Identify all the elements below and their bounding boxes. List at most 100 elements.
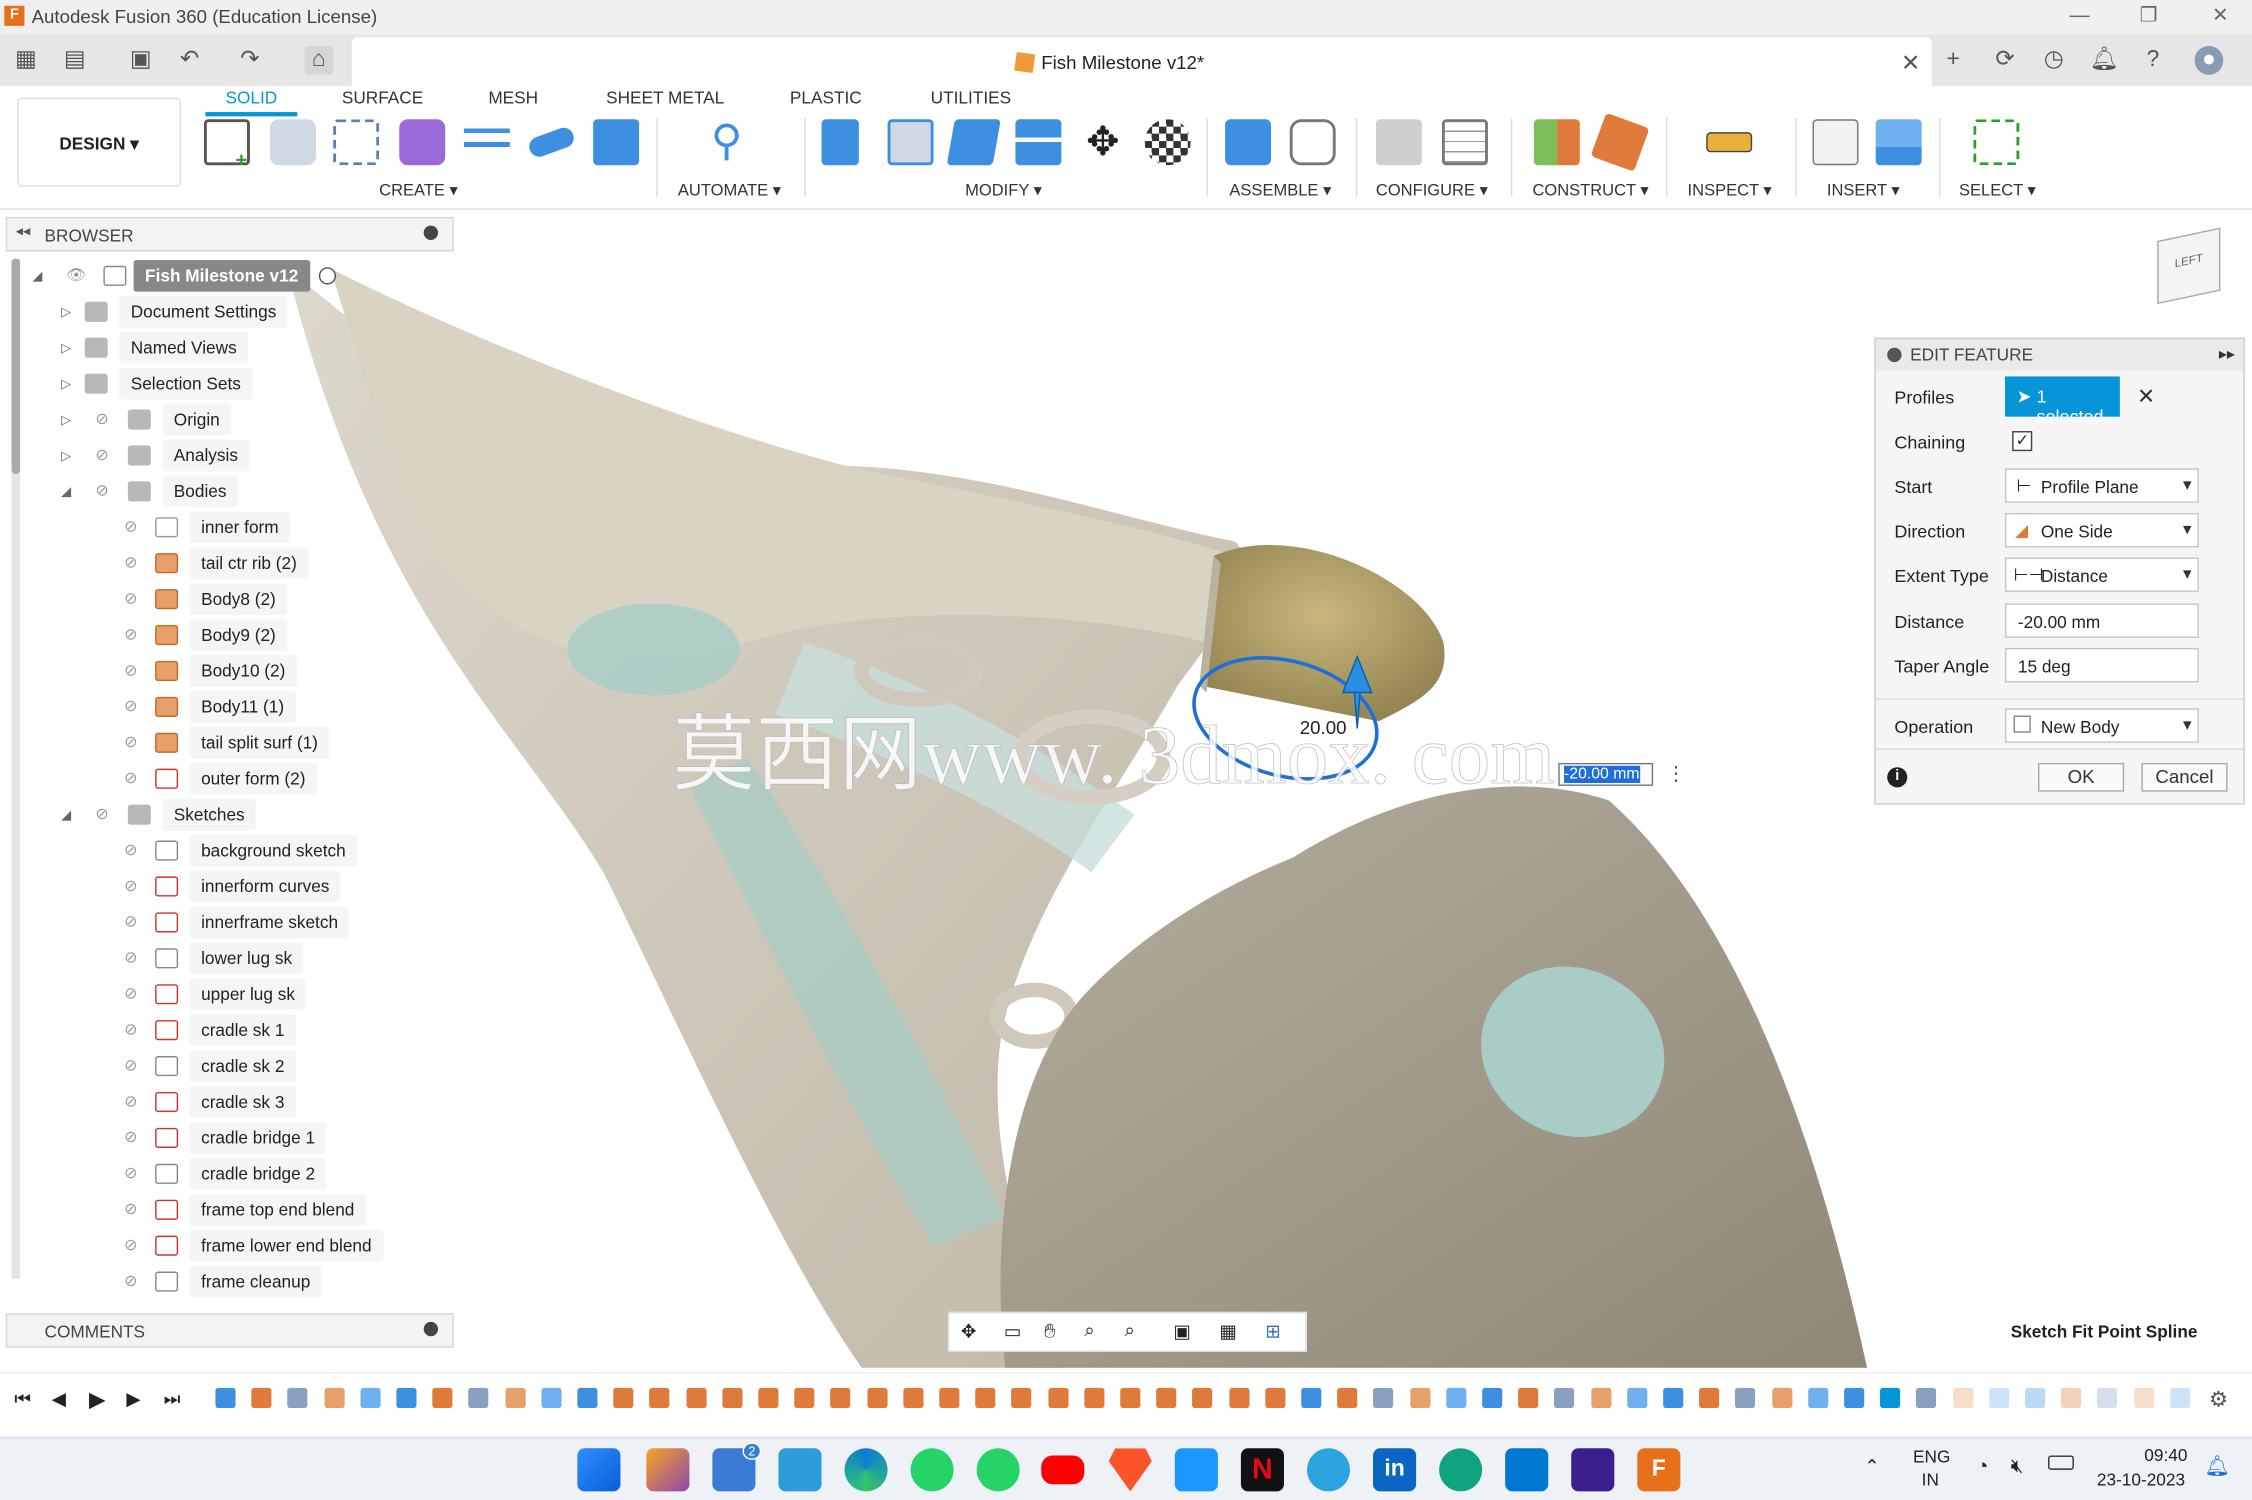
- timeline-feature-icon[interactable]: [1156, 1387, 1177, 1409]
- netflix-icon[interactable]: N: [1240, 1448, 1284, 1492]
- cancel-button[interactable]: Cancel: [2141, 762, 2228, 792]
- speaker-muted-icon[interactable]: 🔇︎: [2011, 1454, 2024, 1478]
- tree-item-2-expander-icon[interactable]: ▷: [57, 375, 74, 392]
- minimize-button[interactable]: —: [2065, 3, 2094, 32]
- tree-item-5-expander-icon[interactable]: ◢: [57, 483, 74, 500]
- timeline-feature-icon[interactable]: [1409, 1387, 1430, 1409]
- timeline-feature-icon[interactable]: [1120, 1387, 1141, 1409]
- sketch-item-12[interactable]: frame cleanup: [189, 1265, 322, 1298]
- visibility-eye-icon[interactable]: ⊘: [118, 842, 144, 859]
- extent-type-dropdown[interactable]: ⊢⊣ Distance: [2004, 557, 2199, 592]
- tree-root[interactable]: Fish Milestone v12: [133, 260, 310, 292]
- visibility-eye-icon[interactable]: ⊘: [118, 914, 144, 931]
- visibility-eye-icon[interactable]: ⊘: [118, 1165, 144, 1182]
- configure-design-icon[interactable]: [1375, 119, 1422, 166]
- tree-item-1-expander-icon[interactable]: ▷: [57, 339, 74, 356]
- job-status-icon[interactable]: ◷: [2039, 46, 2068, 75]
- fit-icon[interactable]: ⌕: [1125, 1319, 1135, 1342]
- timeline-feature-icon[interactable]: [1663, 1387, 1684, 1409]
- tray-overflow-icon[interactable]: ⌃: [1864, 1455, 1880, 1478]
- visibility-eye-icon[interactable]: ⊘: [89, 447, 115, 464]
- visibility-eye-icon[interactable]: ⊘: [118, 626, 144, 643]
- timeline-feature-icon[interactable]: [287, 1387, 308, 1409]
- timeline-feature-icon[interactable]: [1626, 1387, 1648, 1409]
- root-expander-icon[interactable]: ◢: [29, 267, 46, 284]
- sketch-item-2[interactable]: innerframe sketch: [189, 906, 350, 939]
- clock-time[interactable]: 09:40: [2144, 1445, 2187, 1465]
- ok-button[interactable]: OK: [2037, 762, 2125, 792]
- vscode-icon[interactable]: [1505, 1448, 1549, 1492]
- timeline-feature-icon[interactable]: [1373, 1387, 1394, 1409]
- distance-dimension-input[interactable]: -20.00 mm: [1558, 762, 1654, 786]
- visibility-eye-icon[interactable]: ⊘: [118, 1057, 144, 1074]
- chaining-checkbox[interactable]: ✓: [2012, 431, 2033, 452]
- whatsapp-icon[interactable]: [910, 1448, 954, 1492]
- edge-icon[interactable]: [844, 1448, 888, 1492]
- fusion360-taskbar-icon[interactable]: F: [1637, 1448, 1681, 1492]
- battery-icon[interactable]: [2048, 1455, 2074, 1470]
- step-back-icon[interactable]: ◀: [52, 1388, 66, 1411]
- restore-button[interactable]: ❐: [2134, 3, 2163, 32]
- select-menu[interactable]: SELECT ▾: [1959, 180, 2036, 199]
- task-view-icon[interactable]: 2: [712, 1442, 762, 1492]
- desktop-icon[interactable]: [778, 1448, 822, 1492]
- timeline-feature-icon[interactable]: [324, 1387, 345, 1409]
- language-code[interactable]: ENG: [1913, 1447, 1950, 1467]
- sketch-item-4[interactable]: upper lug sk: [189, 978, 307, 1011]
- timeline-feature-icon[interactable]: [2133, 1387, 2154, 1409]
- whatsapp-business-icon[interactable]: [976, 1448, 1020, 1492]
- combine-icon[interactable]: [1015, 119, 1062, 166]
- tree-item-1[interactable]: Named Views: [119, 331, 249, 364]
- viewports-icon[interactable]: ⊞: [1265, 1320, 1281, 1343]
- timeline-feature-icon[interactable]: [722, 1387, 743, 1409]
- activate-radio-icon[interactable]: [318, 267, 337, 285]
- plane-at-angle-icon[interactable]: [1590, 112, 1650, 172]
- body-item-0[interactable]: inner form: [189, 511, 291, 544]
- tab-surface[interactable]: SURFACE: [342, 88, 423, 108]
- user-avatar[interactable]: ●: [2194, 45, 2224, 75]
- timeline-feature-icon[interactable]: [1952, 1387, 1973, 1409]
- shell-icon[interactable]: [946, 119, 1001, 166]
- home-icon[interactable]: ⌂: [304, 45, 334, 75]
- timeline-feature-icon[interactable]: [2025, 1387, 2046, 1409]
- amazon-music-icon[interactable]: [1571, 1448, 1615, 1492]
- measure-icon[interactable]: [1706, 132, 1753, 153]
- inspect-menu[interactable]: INSPECT ▾: [1688, 180, 1772, 199]
- timeline-feature-icon[interactable]: [758, 1387, 779, 1409]
- select-box-icon[interactable]: [1973, 119, 2020, 166]
- sketch-item-3[interactable]: lower lug sk: [189, 942, 304, 975]
- grid-settings-icon[interactable]: ▦: [1219, 1320, 1237, 1343]
- timeline-feature-icon[interactable]: [685, 1387, 707, 1409]
- visibility-eye-icon[interactable]: ⊘: [118, 519, 144, 536]
- workspace-switcher[interactable]: DESIGN ▾: [17, 97, 181, 187]
- extensions-icon[interactable]: ⟳: [1991, 46, 2020, 75]
- file-menu-icon[interactable]: ▤: [60, 46, 89, 75]
- operation-dropdown[interactable]: New Body: [2004, 708, 2199, 743]
- go-to-start-icon[interactable]: ⏮: [14, 1388, 31, 1411]
- taper-angle-input[interactable]: 15 deg: [2004, 647, 2199, 683]
- wifi-icon[interactable]: ◔: [1976, 1454, 1988, 1477]
- tree-item-3[interactable]: Origin: [162, 403, 232, 436]
- timeline-feature-icon[interactable]: [1988, 1387, 2009, 1409]
- modify-menu[interactable]: MODIFY ▾: [965, 180, 1042, 199]
- info-icon[interactable]: i: [1887, 767, 1908, 788]
- tab-mesh[interactable]: MESH: [488, 88, 538, 108]
- visibility-eye-icon[interactable]: ⊘: [118, 698, 144, 715]
- visibility-eye-icon[interactable]: ⊘: [118, 1093, 144, 1110]
- visibility-eye-icon[interactable]: ⊘: [89, 806, 115, 823]
- appearance-icon[interactable]: [1144, 119, 1191, 166]
- visibility-eye-icon[interactable]: ⊘: [118, 1273, 144, 1290]
- visibility-eye-icon[interactable]: ⊘: [118, 878, 144, 895]
- body-item-7[interactable]: outer form (2): [189, 762, 317, 795]
- pattern-icon[interactable]: [463, 119, 510, 166]
- timeline-feature-icon[interactable]: [939, 1387, 960, 1409]
- chatgpt-icon[interactable]: [1439, 1448, 1483, 1492]
- visibility-eye-icon[interactable]: ⊘: [118, 662, 144, 679]
- timeline-feature-icon[interactable]: [649, 1387, 670, 1409]
- start-dropdown[interactable]: ⊢ Profile Plane: [2004, 468, 2199, 503]
- visibility-eye-icon[interactable]: ⊘: [118, 770, 144, 787]
- body-item-1[interactable]: tail ctr rib (2): [189, 547, 309, 580]
- canvas-icon[interactable]: [1875, 119, 1922, 166]
- sketch-item-8[interactable]: cradle bridge 1: [189, 1122, 327, 1154]
- visibility-eye-icon[interactable]: ⊘: [89, 411, 115, 428]
